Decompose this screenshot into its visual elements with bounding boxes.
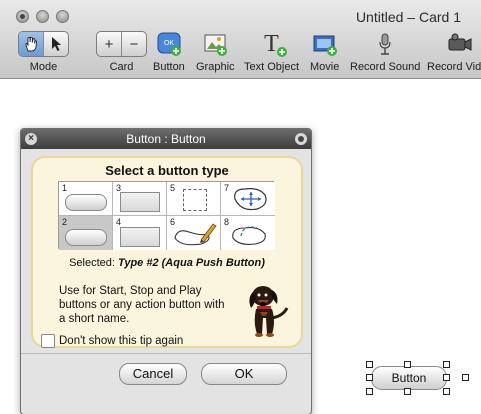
cancel-button[interactable]: Cancel	[119, 363, 187, 385]
close-window-icon[interactable]	[16, 10, 29, 23]
type-description: Use for Start, Stop and Play buttons or …	[59, 285, 225, 325]
type-number: 2	[62, 217, 68, 227]
dog-mascot-icon	[249, 286, 289, 337]
button-type-3[interactable]: 3	[113, 182, 167, 216]
rectangle-button-preview	[120, 227, 160, 247]
dont-show-tip-label[interactable]: Don't show this tip again	[59, 335, 183, 347]
dont-show-tip-row[interactable]: Don't show this tip again	[41, 334, 183, 348]
type-number: 5	[170, 183, 176, 193]
rectangle-button-preview	[120, 192, 160, 212]
button-type-grid: 1 3 5 7 2 4 6 8	[58, 181, 275, 250]
card-label: Card	[109, 61, 134, 73]
app-window: Untitled – Card 1 Mode + − Card OK Butto…	[0, 0, 481, 414]
resize-handle-extra[interactable]	[462, 374, 469, 381]
graphic-label: Graphic	[196, 61, 235, 73]
selected-prefix: Selected:	[69, 257, 115, 269]
remove-card-icon[interactable]: −	[121, 32, 146, 56]
dialog-title: Button : Button	[126, 132, 206, 146]
resize-handle-se[interactable]	[443, 388, 450, 395]
hand-icon[interactable]	[19, 32, 43, 56]
selected-type: Selected: Type #2 (Aqua Push Button)	[33, 257, 301, 269]
aqua-push-button-preview	[65, 229, 107, 246]
add-card-icon[interactable]: +	[97, 32, 121, 56]
aqua-button-preview	[65, 194, 107, 211]
resize-handle-sw[interactable]	[366, 388, 373, 395]
tip-heading: Select a button type	[105, 163, 229, 178]
button-type-8[interactable]: 8	[221, 216, 275, 250]
ok-button[interactable]: OK	[201, 363, 287, 385]
resize-handle-e[interactable]	[443, 374, 450, 381]
resize-handle-ne[interactable]	[443, 361, 450, 368]
stage-button[interactable]: Button	[371, 366, 447, 390]
picture-icon	[204, 34, 228, 56]
plus-badge-icon	[276, 47, 287, 57]
mode-label: Mode	[29, 61, 58, 73]
button-type-6[interactable]: 6	[167, 216, 221, 250]
resize-handle-nw[interactable]	[366, 361, 373, 368]
type-number: 1	[62, 183, 68, 193]
resize-handle-w[interactable]	[366, 374, 373, 381]
button-type-7[interactable]: 7	[221, 182, 275, 216]
minimize-window-icon[interactable]	[36, 10, 49, 23]
movie-tool[interactable]: Movie	[310, 30, 339, 73]
dont-show-tip-checkbox[interactable]	[41, 334, 55, 348]
mode-segmented-control[interactable]	[18, 31, 69, 57]
record-video-tool[interactable]: Record Video	[427, 30, 481, 73]
close-icon[interactable]: ×	[25, 133, 37, 145]
button-type-4[interactable]: 4	[113, 216, 167, 250]
button-type-dialog: × Button : Button Select a button type 1…	[20, 128, 312, 414]
invisible-button-preview	[183, 189, 207, 211]
arrow-pointer-icon[interactable]	[43, 32, 68, 56]
video-camera-icon	[448, 33, 472, 51]
button-ok-icon: OK	[157, 32, 181, 56]
graphic-tool[interactable]: Graphic	[196, 30, 235, 73]
record-video-label: Record Video	[427, 61, 481, 73]
title-bar: Untitled – Card 1 Mode + − Card OK Butto…	[0, 0, 481, 79]
button-type-2[interactable]: 2	[59, 216, 113, 250]
zoom-window-icon[interactable]	[56, 10, 69, 23]
button-type-5[interactable]: 5	[167, 182, 221, 216]
text-object-tool[interactable]: T Text Object	[244, 30, 300, 74]
mode-tool[interactable]: Mode	[18, 30, 69, 73]
custom-shape-resize-icon	[234, 188, 267, 211]
movie-icon	[313, 35, 337, 56]
microphone-icon	[379, 33, 391, 55]
card-tool[interactable]: + − Card	[96, 30, 147, 73]
dialog-title-bar: × Button : Button	[21, 129, 311, 149]
svg-text:OK: OK	[164, 40, 174, 47]
record-sound-label: Record Sound	[350, 61, 421, 73]
selected-value: Type #2 (Aqua Push Button)	[118, 257, 265, 269]
dialog-divider	[21, 353, 311, 354]
button-type-1[interactable]: 1	[59, 182, 113, 216]
button-tool-label: Button	[153, 61, 185, 73]
draw-shape-pencil-icon	[174, 223, 217, 246]
record-sound-tool[interactable]: Record Sound	[350, 30, 420, 73]
text-object-label: Text Object	[244, 61, 300, 73]
movie-label: Movie	[310, 61, 340, 73]
window-title: Untitled – Card 1	[355, 9, 461, 25]
custom-shape-dashed-icon	[232, 226, 266, 245]
tip-panel: Select a button type 1 3 5 7 2 4 6 8 Sel…	[31, 156, 303, 348]
button-tool[interactable]: OK Button	[153, 30, 185, 73]
zoom-icon[interactable]	[295, 133, 307, 145]
type-number: 4	[116, 217, 122, 227]
resize-handle-s[interactable]	[404, 388, 411, 395]
resize-handle-n[interactable]	[404, 361, 411, 368]
